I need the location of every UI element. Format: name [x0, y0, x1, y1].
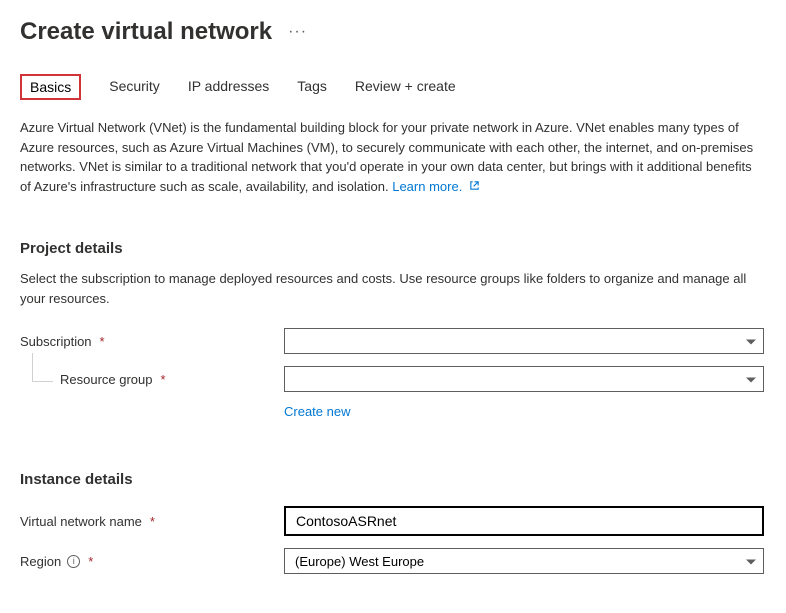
required-indicator: *: [100, 334, 105, 349]
tab-review-create[interactable]: Review + create: [355, 74, 456, 100]
required-indicator: *: [150, 514, 155, 529]
intro-text: Azure Virtual Network (VNet) is the fund…: [20, 120, 753, 194]
resource-group-select[interactable]: [284, 366, 764, 392]
learn-more-label: Learn more.: [392, 179, 462, 194]
section-project-subtext: Select the subscription to manage deploy…: [20, 269, 766, 308]
vnet-name-input[interactable]: [284, 506, 764, 536]
vnet-name-label: Virtual network name *: [20, 514, 284, 529]
learn-more-link[interactable]: Learn more.: [392, 179, 480, 194]
info-icon[interactable]: i: [67, 555, 80, 568]
tab-ip-addresses[interactable]: IP addresses: [188, 74, 269, 100]
subscription-select[interactable]: [284, 328, 764, 354]
region-label: Region i *: [20, 554, 284, 569]
resource-group-label: Resource group *: [20, 372, 284, 387]
required-indicator: *: [88, 554, 93, 569]
section-instance-title: Instance details: [20, 471, 766, 488]
required-indicator: *: [161, 372, 166, 387]
create-new-link[interactable]: Create new: [284, 404, 350, 419]
page-title: Create virtual network: [20, 18, 272, 46]
subscription-label-text: Subscription: [20, 334, 92, 349]
tab-bar: Basics Security IP addresses Tags Review…: [20, 74, 766, 100]
vnet-name-label-text: Virtual network name: [20, 514, 142, 529]
more-actions-icon[interactable]: ···: [288, 23, 307, 41]
subscription-label: Subscription *: [20, 334, 284, 349]
tab-tags[interactable]: Tags: [297, 74, 327, 100]
external-link-icon: [469, 177, 480, 197]
intro-description: Azure Virtual Network (VNet) is the fund…: [20, 118, 766, 196]
region-label-text: Region: [20, 554, 61, 569]
section-project-title: Project details: [20, 240, 766, 257]
tab-security[interactable]: Security: [109, 74, 160, 100]
tab-basics[interactable]: Basics: [20, 74, 81, 100]
resource-group-label-text: Resource group: [60, 372, 153, 387]
region-select[interactable]: [284, 548, 764, 574]
